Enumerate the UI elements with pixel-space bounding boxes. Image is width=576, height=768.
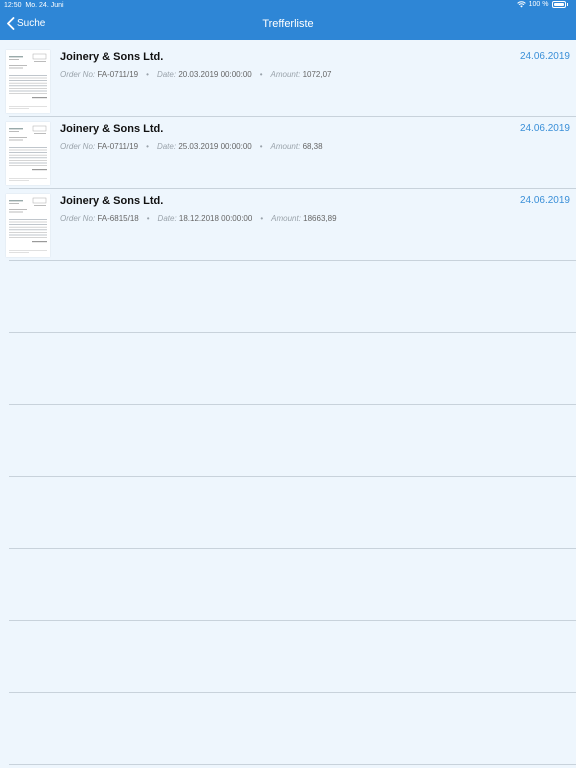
date-label: Date: (157, 214, 177, 223)
company-name: Joinery & Sons Ltd. (60, 51, 164, 63)
result-meta: Order No: FA-0711/19 • Date: 20.03.2019 00… (60, 70, 331, 79)
battery-tip (566, 3, 568, 6)
meta-separator: • (146, 70, 149, 79)
result-meta: Order No: FA-6815/18 • Date: 18.12.2018 00… (60, 214, 337, 223)
page-title: Trefferliste (262, 18, 314, 30)
amount-label: Amount: (270, 70, 301, 79)
battery-fill (553, 3, 564, 6)
result-row[interactable]: Joinery & Sons Ltd. 24.06.2019 Order No: F… (0, 189, 576, 261)
doc-date-value: 18.12.2018 00:00:00 (178, 214, 253, 223)
document-thumbnail-icon (6, 194, 50, 257)
document-thumbnail-icon (6, 50, 50, 113)
status-time: 12:50 Mo. 24. Juni (4, 2, 64, 9)
amount-value: 18663,89 (303, 214, 337, 223)
status-date: Mo. 24. Juni (25, 2, 64, 9)
navigation-bar: 12:50 Mo. 24. Juni 100 % Suche Trefferli… (0, 0, 576, 40)
document-thumbnail (6, 50, 50, 113)
battery-percent: 100 % (528, 1, 549, 8)
amount-label: Amount: (271, 214, 301, 223)
company-name: Joinery & Sons Ltd. (60, 195, 164, 207)
doc-date-value: 20.03.2019 00:00:00 (178, 70, 252, 79)
meta-separator: • (146, 142, 149, 151)
empty-row (0, 693, 576, 765)
order-no-label: Order No: (60, 70, 96, 79)
empty-row (0, 405, 576, 477)
meta-separator: • (259, 142, 263, 151)
result-list: Joinery & Sons Ltd. 24.06.2019 Order No: F… (0, 45, 576, 765)
meta-separator: • (146, 214, 150, 223)
document-thumbnail (6, 122, 50, 185)
empty-row (0, 261, 576, 333)
result-date: 24.06.2019 (519, 195, 570, 206)
amount-value: 1072,07 (302, 70, 332, 79)
company-name: Joinery & Sons Ltd. (60, 123, 164, 135)
date-label: Date: (156, 70, 177, 79)
doc-date-value: 25.03.2019 00:00:00 (178, 142, 252, 151)
wifi-icon (516, 1, 526, 8)
order-no-value: FA-0711/19 (97, 142, 139, 151)
result-row[interactable]: Joinery & Sons Ltd. 24.06.2019 Order No: F… (0, 45, 576, 117)
amount-label: Amount: (270, 142, 301, 151)
document-thumbnail (6, 194, 50, 257)
empty-row (0, 621, 576, 693)
result-row[interactable]: Joinery & Sons Ltd. 24.06.2019 Order No: F… (0, 117, 576, 189)
result-date: 24.06.2019 (519, 123, 570, 134)
status-clock: 12:50 (4, 2, 22, 9)
date-label: Date: (156, 142, 177, 151)
order-no-label: Order No: (60, 142, 96, 151)
empty-row (0, 477, 576, 549)
result-meta: Order No: FA-0711/19 • Date: 25.03.2019 00… (60, 142, 323, 151)
order-no-value: FA-6815/18 (97, 214, 139, 223)
result-date: 24.06.2019 (519, 51, 570, 62)
order-no-value: FA-0711/19 (97, 70, 139, 79)
meta-separator: • (259, 70, 263, 79)
battery-icon (551, 1, 566, 8)
status-indicators: 100 % (516, 1, 568, 8)
amount-value: 68,38 (302, 142, 323, 151)
empty-row (0, 333, 576, 405)
meta-separator: • (260, 214, 264, 223)
document-thumbnail-icon (6, 122, 50, 185)
empty-row (0, 549, 576, 621)
order-no-label: Order No: (60, 214, 96, 223)
